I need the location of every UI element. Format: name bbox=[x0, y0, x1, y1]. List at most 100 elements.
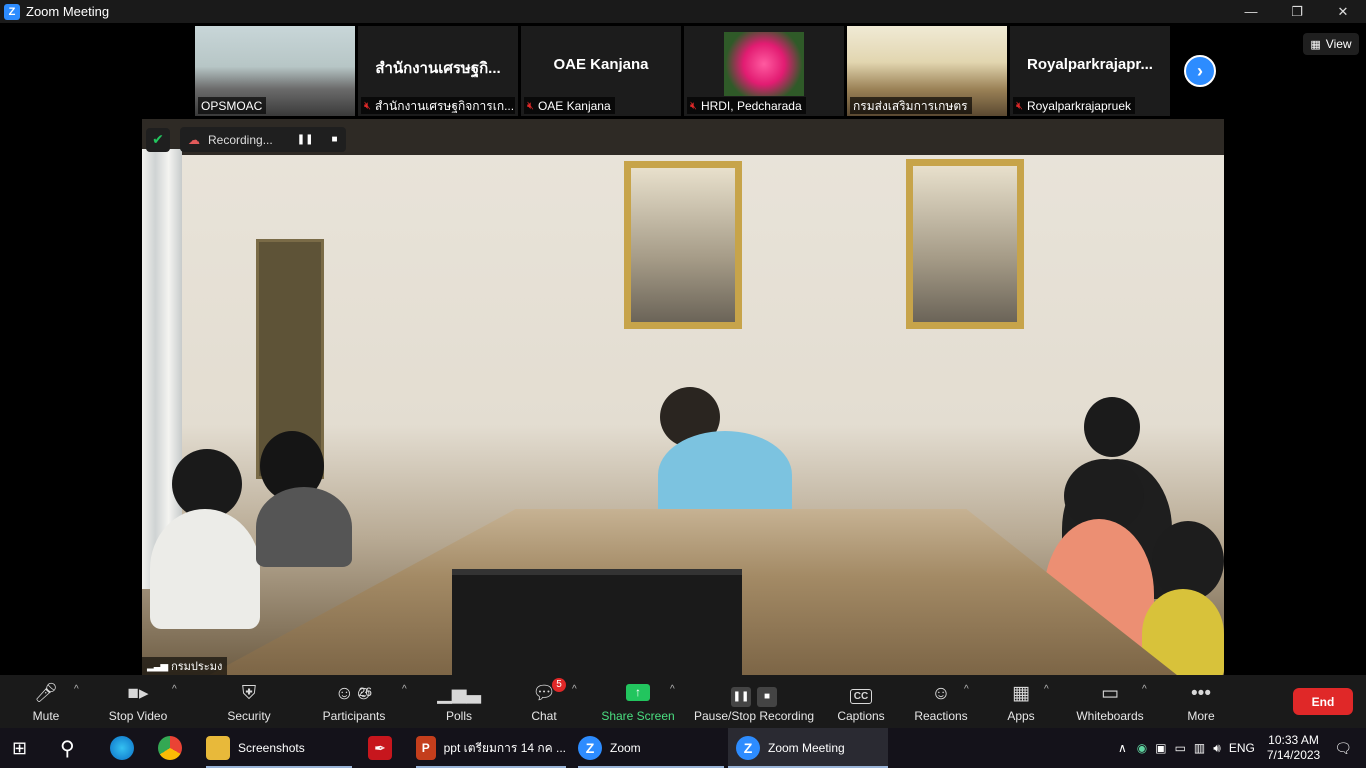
start-button[interactable]: ⊞ bbox=[12, 728, 27, 768]
monitor-screen bbox=[452, 569, 742, 675]
more-button[interactable]: ••• More bbox=[1184, 679, 1218, 725]
apps-options-caret-icon[interactable]: ^ bbox=[1044, 684, 1049, 695]
reactions-options-caret-icon[interactable]: ^ bbox=[964, 684, 969, 695]
participant-tile[interactable]: 🔇︎ HRDI, Pedcharada bbox=[684, 26, 844, 116]
pause-recording-icon[interactable]: ❚❚ bbox=[297, 134, 314, 145]
mute-button[interactable]: 🎤︎ Mute bbox=[28, 679, 64, 725]
taskbar-item-zoom[interactable]: Z Zoom bbox=[578, 728, 724, 768]
whiteboards-options-caret-icon[interactable]: ^ bbox=[1142, 684, 1147, 695]
whiteboards-button[interactable]: ▭ Whiteboards bbox=[1074, 679, 1146, 725]
closed-captions-icon: CC bbox=[849, 681, 873, 707]
clock[interactable]: 10:33 AM 7/14/2023 bbox=[1267, 733, 1320, 763]
share-arrow-icon: ↑ bbox=[626, 684, 650, 701]
participant-name: OPSMOAC bbox=[201, 99, 263, 113]
apps-button[interactable]: ▦ Apps bbox=[1004, 679, 1038, 725]
search-button[interactable]: ⚲ bbox=[60, 728, 75, 768]
encryption-shield-icon[interactable]: ✔ bbox=[146, 127, 170, 152]
security-button[interactable]: ⛨ Security bbox=[224, 679, 274, 725]
notifications-icon[interactable]: 🗨︎ bbox=[1334, 740, 1352, 757]
participant-display-name: OAE Kanjana bbox=[553, 56, 649, 73]
participant-tile[interactable]: กรมส่งเสริมการเกษตร bbox=[847, 26, 1007, 116]
participants-icon: ☺☺ 26 bbox=[335, 681, 374, 707]
participants-options-caret-icon[interactable]: ^ bbox=[402, 684, 407, 695]
battery-icon[interactable]: ▭ bbox=[1175, 741, 1186, 755]
chat-options-caret-icon[interactable]: ^ bbox=[572, 684, 577, 695]
participant-name: สำนักงานเศรษฐกิจการเก... bbox=[374, 98, 515, 113]
participant-name: OAE Kanjana bbox=[537, 99, 611, 113]
zoom-app-icon: Z bbox=[578, 736, 602, 760]
next-page-arrow-icon[interactable]: › bbox=[1184, 55, 1216, 87]
speaker-name-tag: ▂▃▅ กรมประมง bbox=[142, 657, 228, 675]
minimize-button[interactable]: — bbox=[1228, 0, 1274, 23]
apps-grid-icon: ▦ bbox=[1012, 683, 1030, 704]
mic-muted-icon: 🔇︎ bbox=[364, 99, 371, 112]
clock-time: 10:33 AM bbox=[1268, 733, 1319, 747]
close-button[interactable]: ✕ bbox=[1320, 0, 1366, 23]
stop-icon: ■ bbox=[757, 687, 777, 707]
end-meeting-button[interactable]: End bbox=[1293, 688, 1353, 715]
clock-date: 7/14/2023 bbox=[1266, 748, 1321, 762]
portrait-frame bbox=[906, 159, 1024, 329]
participant-tile[interactable]: OAE Kanjana 🔇︎ OAE Kanjana bbox=[521, 26, 681, 116]
folder-icon bbox=[206, 736, 230, 760]
participant-name-tag: OPSMOAC bbox=[198, 97, 267, 114]
video-options-caret-icon[interactable]: ^ bbox=[172, 684, 177, 695]
recording-pill: ☁ Recording... ❚❚ ■ bbox=[180, 127, 346, 152]
participants-button[interactable]: ☺☺ 26 Participants bbox=[320, 679, 388, 725]
participant-name-tag: 🔇︎ Royalparkrajapruek bbox=[1013, 97, 1135, 114]
show-hidden-icons-chevron-icon[interactable]: ∧ bbox=[1118, 741, 1127, 755]
volume-icon[interactable]: 🔊︎ bbox=[1213, 741, 1221, 756]
meeting-toolbar: 🎤︎ Mute ^ ■▸ Stop Video ^ ⛨ Security ☺☺ 2… bbox=[0, 675, 1366, 728]
more-dots-icon: ••• bbox=[1191, 683, 1211, 704]
view-button[interactable]: ▦ View bbox=[1303, 33, 1359, 55]
tray-chat-icon[interactable]: ▣ bbox=[1155, 741, 1166, 755]
participant-tile[interactable]: OPSMOAC bbox=[195, 26, 355, 116]
mic-muted-icon: 🔇︎ bbox=[527, 99, 534, 112]
video-camera-icon: ■▸ bbox=[127, 683, 149, 704]
security-shield-icon: ⛨ bbox=[241, 683, 257, 704]
taskbar-item-zoom-meeting[interactable]: Z Zoom Meeting bbox=[728, 728, 888, 768]
taskbar-item-screenshots[interactable]: Screenshots bbox=[206, 728, 352, 768]
taskbar-item-powerpoint[interactable]: P ppt เตรียมการ 14 กค ... bbox=[416, 728, 566, 768]
participant-tile[interactable]: Royalparkrajapr... 🔇︎ Royalparkrajapruek bbox=[1010, 26, 1170, 116]
microphone-icon: 🎤︎ bbox=[33, 683, 59, 704]
participant-name: Royalparkrajapruek bbox=[1026, 99, 1131, 113]
participant-name-tag: 🔇︎ สำนักงานเศรษฐกิจการเก... bbox=[361, 97, 515, 114]
participant-name: กรมส่งเสริมการเกษตร bbox=[853, 98, 968, 113]
participant-name-tag: 🔇︎ HRDI, Pedcharada bbox=[687, 97, 806, 114]
portrait-frame bbox=[624, 161, 742, 329]
stop-recording-icon[interactable]: ■ bbox=[331, 134, 337, 145]
captions-button[interactable]: CC Captions bbox=[836, 679, 886, 725]
chat-bubble-icon: 💬︎ 5 bbox=[532, 678, 567, 707]
zoom-meeting-icon: Z bbox=[736, 736, 760, 760]
chat-unread-badge: 5 bbox=[552, 678, 567, 692]
participant-name-tag: 🔇︎ OAE Kanjana bbox=[524, 97, 615, 114]
taskbar-acrobat[interactable]: ✒ bbox=[368, 728, 400, 768]
system-tray: ∧ ◉ ▣ ▭ ▥ 🔊︎ ENG 10:33 AM 7/14/2023 🗨︎ bbox=[1118, 728, 1366, 768]
zoom-logo-icon: Z bbox=[4, 3, 20, 20]
chat-button[interactable]: 💬︎ 5 Chat bbox=[528, 678, 567, 725]
reactions-button[interactable]: ☺ Reactions bbox=[914, 679, 968, 725]
restore-button[interactable]: ❐ bbox=[1274, 0, 1320, 23]
window-title: Zoom Meeting bbox=[26, 4, 110, 19]
mute-options-caret-icon[interactable]: ^ bbox=[74, 684, 79, 695]
person-body bbox=[256, 487, 352, 567]
participant-name-tag: กรมส่งเสริมการเกษตร bbox=[850, 97, 972, 114]
chrome-browser-icon bbox=[158, 736, 182, 760]
participant-display-name: Royalparkrajapr... bbox=[1027, 56, 1153, 73]
mic-muted-icon: 🔇︎ bbox=[690, 99, 697, 112]
stop-video-button[interactable]: ■▸ Stop Video bbox=[106, 679, 170, 725]
share-options-caret-icon[interactable]: ^ bbox=[670, 684, 675, 695]
mic-muted-icon: 🔇︎ bbox=[1016, 99, 1023, 112]
polls-button[interactable]: ▁▅▃ Polls bbox=[437, 679, 481, 725]
participant-tile[interactable]: สำนักงานเศรษฐกิ... 🔇︎ สำนักงานเศรษฐกิจกา… bbox=[358, 26, 518, 116]
taskbar-chrome[interactable] bbox=[158, 728, 190, 768]
pause-stop-recording-button[interactable]: ❚❚ ■ Pause/Stop Recording bbox=[694, 679, 814, 725]
tray-app-icon[interactable]: ◉ bbox=[1137, 741, 1147, 755]
network-icon[interactable]: ▥ bbox=[1194, 741, 1205, 755]
taskbar-edge[interactable] bbox=[110, 728, 142, 768]
input-language[interactable]: ENG bbox=[1229, 741, 1255, 755]
powerpoint-icon: P bbox=[416, 736, 436, 760]
share-screen-button[interactable]: ↑ Share Screen bbox=[601, 679, 675, 725]
recording-indicator: ✔ ☁ Recording... ❚❚ ■ bbox=[146, 126, 346, 153]
